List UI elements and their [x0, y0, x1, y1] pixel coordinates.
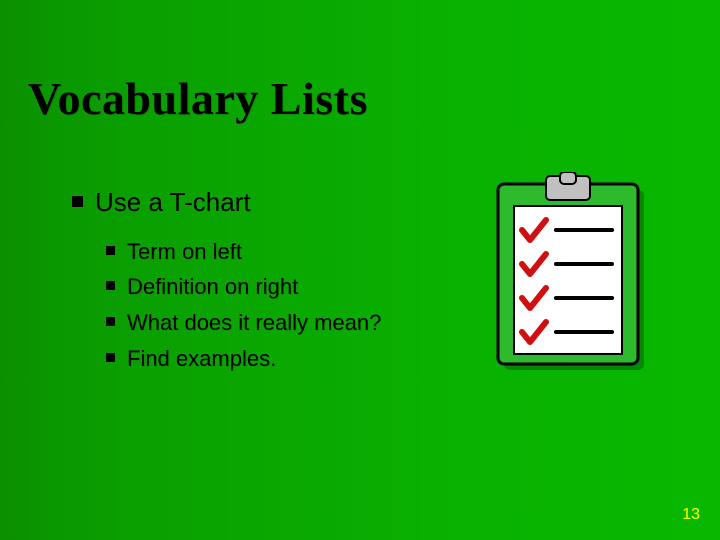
sub-bullet-text: Find examples.	[127, 344, 276, 374]
square-bullet-icon	[106, 281, 115, 290]
clipboard-checklist-icon	[492, 172, 662, 382]
list-item: Term on left	[106, 237, 472, 267]
sub-bullet-text: What does it really mean?	[127, 308, 381, 338]
sub-bullet-list: Term on left Definition on right What do…	[106, 237, 472, 374]
square-bullet-icon	[106, 246, 115, 255]
square-bullet-icon	[106, 353, 115, 362]
sub-bullet-text: Term on left	[127, 237, 242, 267]
slide: Vocabulary Lists Use a T-chart Term on l…	[0, 0, 720, 540]
list-item: Find examples.	[106, 344, 472, 374]
sub-bullet-text: Definition on right	[127, 272, 298, 302]
slide-title: Vocabulary Lists	[28, 72, 368, 125]
page-number: 13	[682, 506, 700, 524]
square-bullet-icon	[106, 317, 115, 326]
list-item: Definition on right	[106, 272, 472, 302]
square-bullet-icon	[72, 196, 83, 207]
content-area: Use a T-chart Term on left Definition on…	[72, 186, 472, 379]
bullet-level1: Use a T-chart	[72, 186, 472, 219]
bullet-text: Use a T-chart	[95, 186, 251, 219]
list-item: What does it really mean?	[106, 308, 472, 338]
